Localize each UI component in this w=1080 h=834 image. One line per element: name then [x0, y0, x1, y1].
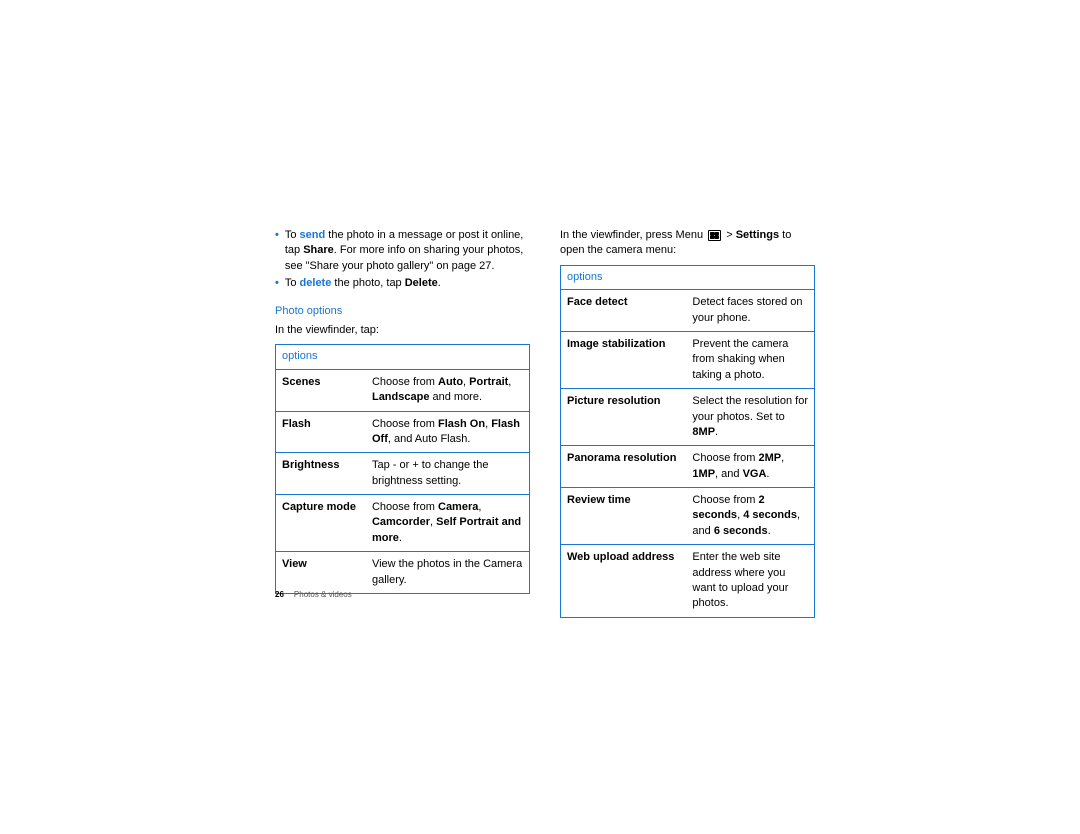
option-label: Picture resolution	[561, 389, 687, 446]
option-desc: Choose from Camera, Camcorder, Self Port…	[366, 495, 530, 552]
menu-icon	[708, 230, 721, 241]
option-label: Brightness	[276, 453, 366, 495]
table-row: Capture mode Choose from Camera, Camcord…	[276, 495, 530, 552]
bold-text: Share	[303, 244, 334, 256]
text: .	[438, 277, 441, 289]
bullet-dot-icon: •	[275, 276, 279, 291]
bullet-item: • To delete the photo, tap Delete.	[275, 276, 530, 291]
option-desc: View the photos in the Camera gallery.	[366, 552, 530, 594]
option-label: Panorama resolution	[561, 446, 687, 488]
bullet-item: • To send the photo in a message or post…	[275, 228, 530, 274]
table-header: options	[276, 345, 530, 369]
action-word: delete	[300, 277, 332, 289]
section-title: Photo options	[275, 304, 530, 319]
option-label: Review time	[561, 488, 687, 545]
table-row: Web upload address Enter the web site ad…	[561, 545, 815, 618]
option-desc: Choose from Auto, Portrait, Landscape an…	[366, 369, 530, 411]
option-desc: Detect faces stored on your phone.	[686, 290, 814, 332]
page-number: 26	[275, 590, 284, 599]
options-table: options Face detect Detect faces stored …	[560, 265, 815, 618]
table-row: Flash Choose from Flash On, Flash Off, a…	[276, 411, 530, 453]
option-label: View	[276, 552, 366, 594]
table-row: Panorama resolution Choose from 2MP, 1MP…	[561, 446, 815, 488]
text: To	[285, 229, 300, 241]
left-column: • To send the photo in a message or post…	[275, 228, 530, 618]
table-row: Face detect Detect faces stored on your …	[561, 290, 815, 332]
text: >	[723, 229, 736, 241]
option-label: Web upload address	[561, 545, 687, 618]
bold-text: Settings	[736, 229, 779, 241]
page-footer: 26 Photos & videos	[275, 589, 352, 600]
table-header: options	[561, 265, 815, 289]
table-row: Review time Choose from 2 seconds, 4 sec…	[561, 488, 815, 545]
bullet-text: To send the photo in a message or post i…	[285, 228, 530, 274]
option-desc: Choose from 2 seconds, 4 seconds, and 6 …	[686, 488, 814, 545]
intro-text: In the viewfinder, tap:	[275, 323, 530, 338]
bullet-text: To delete the photo, tap Delete.	[285, 276, 530, 291]
option-label: Capture mode	[276, 495, 366, 552]
option-desc: Prevent the camera from shaking when tak…	[686, 331, 814, 388]
action-word: send	[300, 229, 326, 241]
options-table: options Scenes Choose from Auto, Portrai…	[275, 344, 530, 594]
table-row: Picture resolution Select the resolution…	[561, 389, 815, 446]
right-column: In the viewfinder, press Menu > Settings…	[560, 228, 815, 618]
option-desc: Choose from 2MP, 1MP, and VGA.	[686, 446, 814, 488]
table-row: Image stabilization Prevent the camera f…	[561, 331, 815, 388]
text: the photo, tap	[331, 277, 404, 289]
option-desc: Enter the web site address where you wan…	[686, 545, 814, 618]
document-page: • To send the photo in a message or post…	[275, 228, 815, 618]
intro-text: In the viewfinder, press Menu > Settings…	[560, 228, 815, 259]
option-desc: Select the resolution for your photos. S…	[686, 389, 814, 446]
option-label: Face detect	[561, 290, 687, 332]
table-row: Brightness Tap - or + to change the brig…	[276, 453, 530, 495]
table-row: Scenes Choose from Auto, Portrait, Lands…	[276, 369, 530, 411]
text: In the viewfinder, press Menu	[560, 229, 706, 241]
option-label: Flash	[276, 411, 366, 453]
section-name: Photos & videos	[294, 590, 352, 599]
text: To	[285, 277, 300, 289]
option-label: Scenes	[276, 369, 366, 411]
option-desc: Choose from Flash On, Flash Off, and Aut…	[366, 411, 530, 453]
table-row: View View the photos in the Camera galle…	[276, 552, 530, 594]
option-desc: Tap - or + to change the brightness sett…	[366, 453, 530, 495]
option-label: Image stabilization	[561, 331, 687, 388]
bullet-dot-icon: •	[275, 228, 279, 274]
bold-text: Delete	[405, 277, 438, 289]
